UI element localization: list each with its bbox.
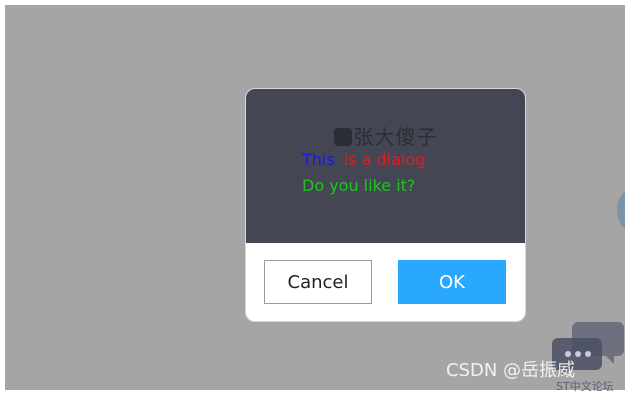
ok-button[interactable]: OK	[398, 260, 506, 304]
forum-watermark: ST中文论坛	[556, 380, 614, 393]
watermark-logo-icon	[333, 128, 352, 146]
dialog: 张大傻子 This is a dialog Do you like it? Can…	[246, 89, 525, 321]
message-this: This	[302, 150, 335, 169]
cancel-button[interactable]: Cancel	[264, 260, 372, 304]
dialog-message-area: 张大傻子 This is a dialog Do you like it?	[246, 89, 525, 243]
message-line-1: This is a dialog	[302, 150, 425, 169]
watermark-text: 张大傻子	[353, 125, 438, 149]
edge-widget	[617, 190, 625, 230]
author-watermark: 张大傻子	[246, 121, 525, 150]
message-line-2: Do you like it?	[302, 176, 416, 195]
message-is-a-dialog: is a dialog	[343, 150, 426, 169]
